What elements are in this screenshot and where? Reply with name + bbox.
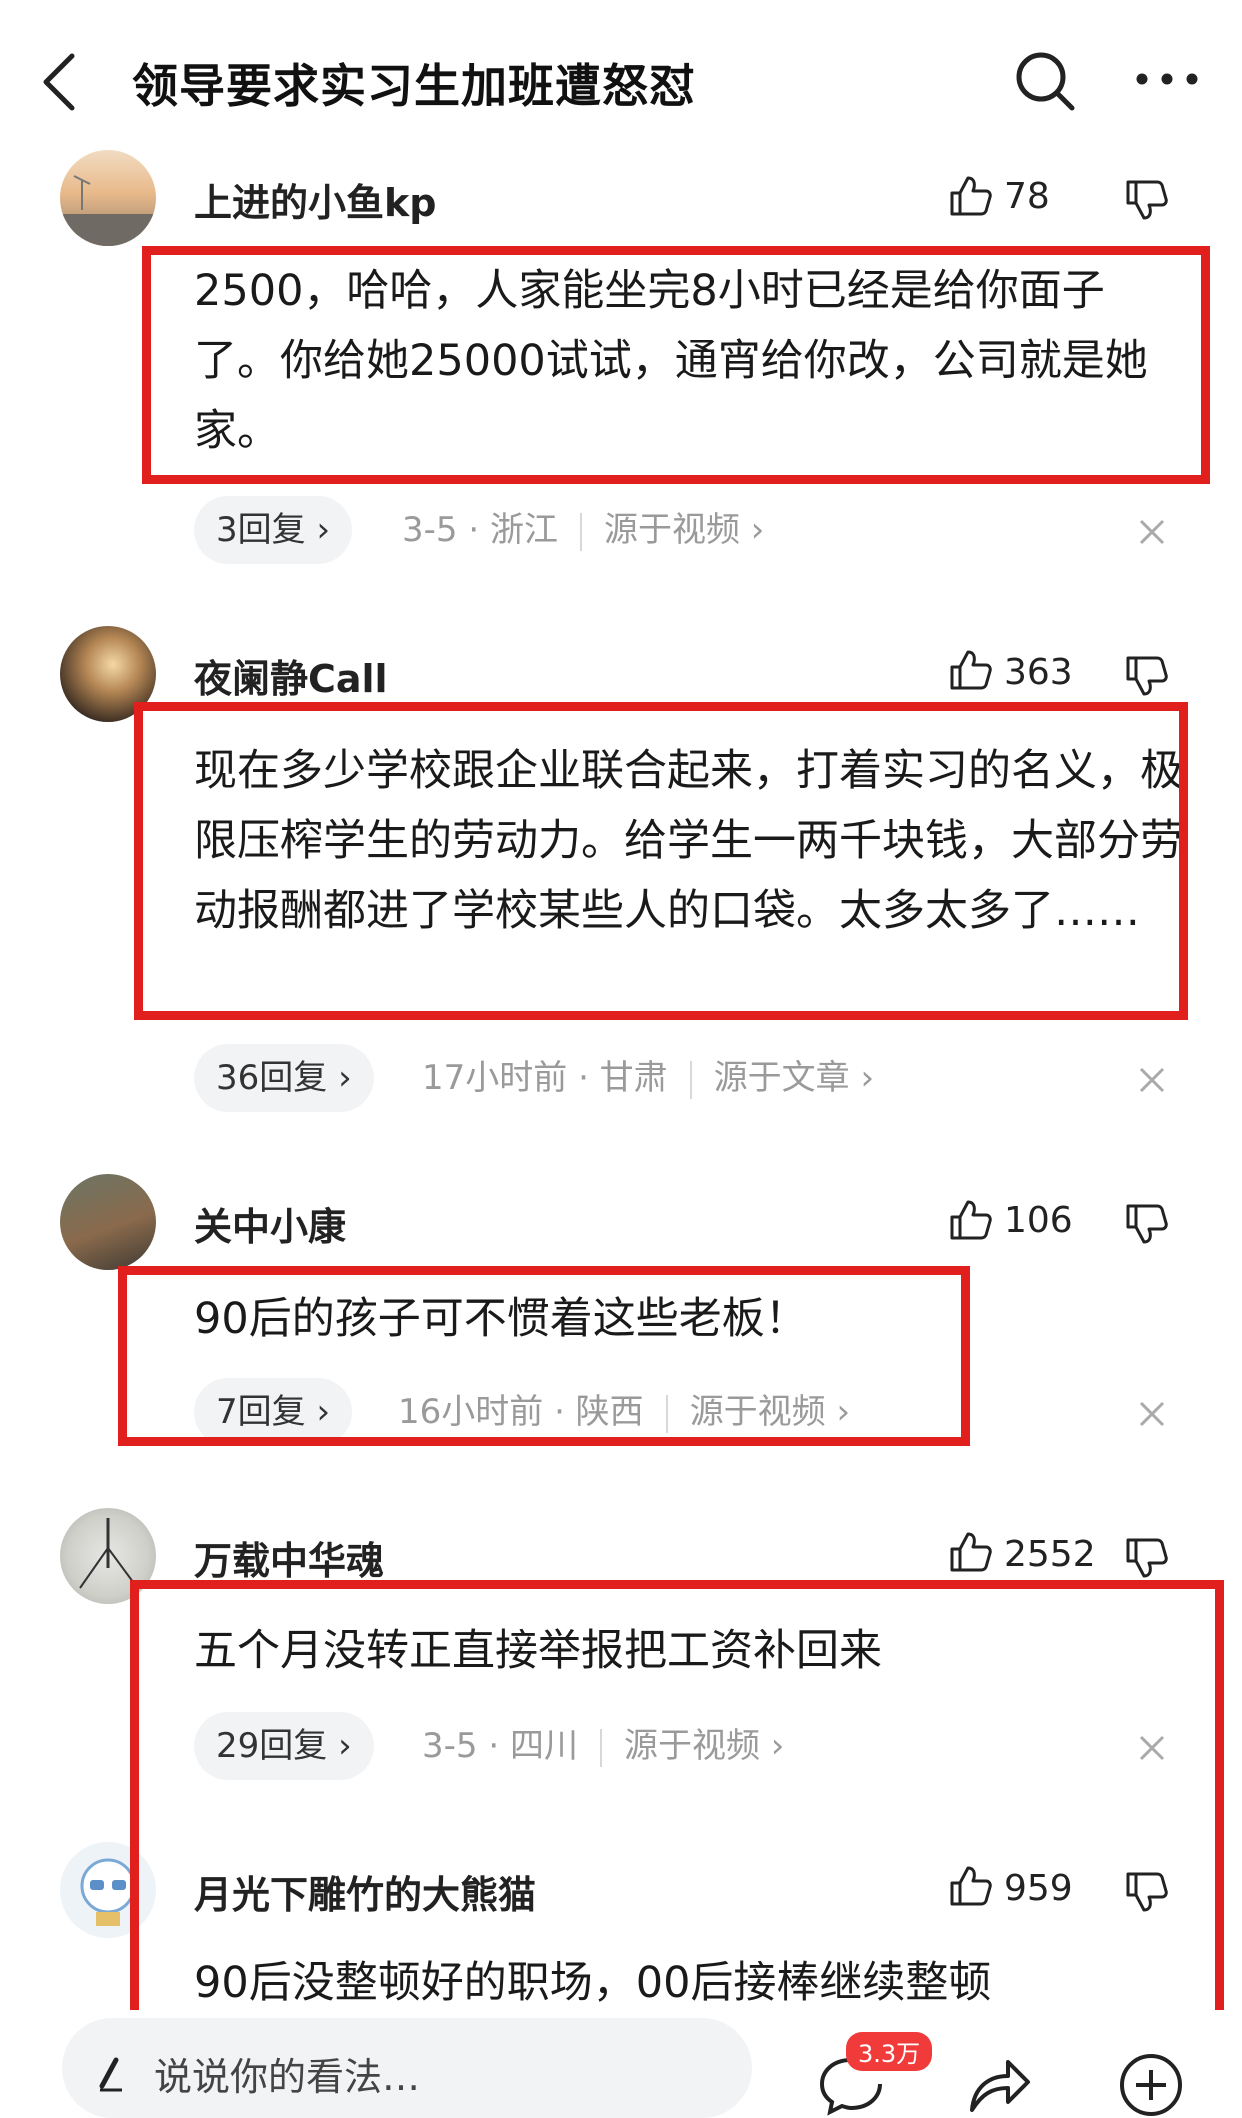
highlight-box (142, 246, 1210, 484)
reply-count: 36回复 (216, 1058, 328, 1098)
thumbs-up-icon[interactable] (948, 1530, 992, 1574)
source-link[interactable]: 源于文章 (714, 1058, 850, 1098)
share-icon[interactable] (964, 2052, 1034, 2116)
top-bar: 领导要求实习生加班遭怒怼 (0, 0, 1242, 154)
search-icon[interactable] (1014, 50, 1076, 112)
username[interactable]: 万载中华魂 (194, 1530, 384, 1585)
thumbs-down-icon[interactable] (1124, 1202, 1168, 1246)
divider (689, 1060, 692, 1099)
thumbs-up-icon[interactable] (948, 1198, 992, 1242)
close-icon[interactable] (1138, 1066, 1166, 1094)
page-title: 领导要求实习生加班遭怒怼 (132, 59, 696, 113)
highlight-box (130, 1580, 1224, 2034)
reply-count-button[interactable]: 3回复 › (194, 496, 353, 564)
highlight-box (134, 702, 1188, 1020)
time-location: 17小时前 · 甘肃 (422, 1058, 668, 1098)
avatar[interactable] (60, 150, 156, 246)
comment-meta: 3-5 · 浙江 源于视频 › (402, 510, 765, 551)
like-count: 78 (1004, 176, 1050, 217)
more-options-icon[interactable] (1134, 66, 1200, 92)
comment-meta: 17小时前 · 甘肃 源于文章 › (422, 1058, 875, 1099)
like-count: 363 (1004, 652, 1073, 693)
like-count: 106 (1004, 1200, 1073, 1241)
bottom-action-bar: 说说你的看法… 3.3万 (0, 2010, 1242, 2118)
comment-input[interactable]: 说说你的看法… (62, 2018, 752, 2118)
close-icon[interactable] (1138, 1400, 1166, 1428)
thumbs-down-icon[interactable] (1124, 1536, 1168, 1580)
username[interactable]: 关中小康 (194, 1196, 346, 1251)
username[interactable]: 上进的小鱼kp (194, 172, 436, 227)
input-placeholder: 说说你的看法… (154, 2055, 421, 2099)
thumbs-up-icon[interactable] (948, 174, 992, 218)
username[interactable]: 夜阑静Call (194, 648, 388, 703)
divider (579, 512, 582, 551)
thumbs-up-icon[interactable] (948, 648, 992, 692)
reply-count: 3回复 (216, 510, 306, 550)
comment-count-badge: 3.3万 (846, 2032, 933, 2071)
source-link[interactable]: 源于视频 (604, 510, 740, 550)
time-location: 3-5 · 浙江 (402, 510, 558, 550)
back-arrow-icon[interactable] (40, 52, 80, 112)
thumbs-down-icon[interactable] (1124, 654, 1168, 698)
close-icon[interactable] (1138, 518, 1166, 546)
reply-count-button[interactable]: 36回复 › (194, 1044, 374, 1112)
thumbs-down-icon[interactable] (1124, 178, 1168, 222)
pen-icon (99, 2057, 122, 2092)
highlight-box (118, 1266, 970, 1446)
avatar[interactable] (60, 1174, 156, 1270)
like-count: 2552 (1004, 1534, 1096, 1575)
add-icon[interactable] (1118, 2052, 1184, 2118)
